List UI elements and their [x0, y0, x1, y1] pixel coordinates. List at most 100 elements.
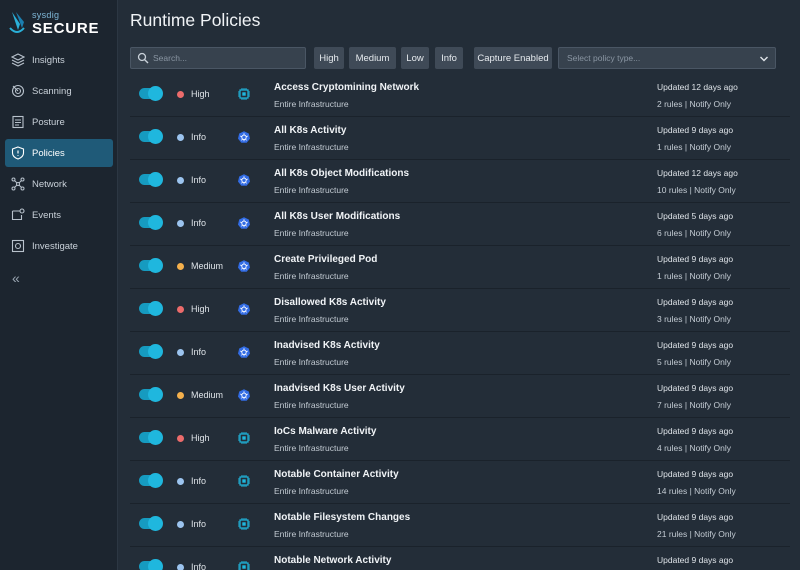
policy-enabled-toggle[interactable]: [139, 559, 163, 570]
policy-enabled-toggle[interactable]: [139, 172, 163, 187]
policy-rules: 7 rules | Notify Only: [657, 400, 732, 410]
filter-info-button[interactable]: Info: [435, 47, 463, 69]
kubernetes-icon: [237, 130, 251, 144]
table-row[interactable]: High Access Cryptomining Network Entire …: [130, 74, 790, 117]
table-row[interactable]: Info All K8s User Modifications Entire I…: [130, 203, 790, 246]
filter-high-button[interactable]: High: [314, 47, 344, 69]
policy-name[interactable]: IoCs Malware Activity: [274, 426, 376, 437]
policy-enabled-toggle[interactable]: [139, 344, 163, 359]
toggle-knob: [148, 172, 163, 187]
table-row[interactable]: Info All K8s Object Modifications Entire…: [130, 160, 790, 203]
policy-name[interactable]: Inadvised K8s User Activity: [274, 383, 405, 394]
sidebar-item-label: Posture: [32, 116, 65, 128]
sidebar: sysdig SECURE Insights Scanning Posture …: [0, 0, 118, 570]
toggle-knob: [148, 258, 163, 273]
table-row[interactable]: Medium Create Privileged Pod Entire Infr…: [130, 246, 790, 289]
severity-label: Info: [191, 347, 207, 357]
policy-enabled-toggle[interactable]: [139, 258, 163, 273]
table-row[interactable]: Info Notable Container Activity Entire I…: [130, 461, 790, 504]
policy-enabled-toggle[interactable]: [139, 516, 163, 531]
policy-scope: Entire Infrastructure: [274, 357, 349, 367]
policy-updated: Updated 9 days ago: [657, 297, 734, 307]
policy-name[interactable]: All K8s User Modifications: [274, 211, 400, 222]
severity-dot: [177, 91, 184, 98]
policy-name[interactable]: Notable Network Activity: [274, 555, 391, 566]
policy-name[interactable]: Inadvised K8s Activity: [274, 340, 380, 351]
severity-dot: [177, 263, 184, 270]
table-row[interactable]: Info Notable Network Activity Entire Inf…: [130, 547, 790, 570]
policy-enabled-toggle[interactable]: [139, 473, 163, 488]
chip-icon: [237, 474, 251, 488]
policy-name[interactable]: All K8s Object Modifications: [274, 168, 409, 179]
table-row[interactable]: High Disallowed K8s Activity Entire Infr…: [130, 289, 790, 332]
policy-name[interactable]: All K8s Activity: [274, 125, 346, 136]
table-row[interactable]: Medium Inadvised K8s User Activity Entir…: [130, 375, 790, 418]
table-row[interactable]: Info All K8s Activity Entire Infrastruct…: [130, 117, 790, 160]
policy-name[interactable]: Disallowed K8s Activity: [274, 297, 386, 308]
sidebar-item-label: Scanning: [32, 85, 72, 97]
policy-enabled-toggle[interactable]: [139, 301, 163, 316]
policy-scope: Entire Infrastructure: [274, 271, 349, 281]
sidebar-item-scanning[interactable]: Scanning: [5, 77, 113, 105]
filter-medium-button[interactable]: Medium: [349, 47, 396, 69]
policy-enabled-toggle[interactable]: [139, 129, 163, 144]
table-row[interactable]: Info Notable Filesystem Changes Entire I…: [130, 504, 790, 547]
kubernetes-icon: [237, 388, 251, 402]
toggle-knob: [148, 516, 163, 531]
sidebar-item-investigate[interactable]: Investigate: [5, 232, 113, 260]
table-row[interactable]: Info Inadvised K8s Activity Entire Infra…: [130, 332, 790, 375]
severity-label: Info: [191, 519, 207, 529]
policy-updated: Updated 9 days ago: [657, 555, 734, 565]
search-box: [130, 47, 306, 69]
policy-updated: Updated 9 days ago: [657, 340, 734, 350]
policy-rules: 3 rules | Notify Only: [657, 314, 732, 324]
policy-scope: Entire Infrastructure: [274, 228, 349, 238]
severity-dot: [177, 306, 184, 313]
policy-name[interactable]: Notable Container Activity: [274, 469, 399, 480]
policy-rules: 4 rules | Notify Only: [657, 443, 732, 453]
sidebar-item-events[interactable]: Events: [5, 201, 113, 229]
policy-type-placeholder: Select policy type...: [567, 53, 641, 63]
filter-capture-enabled-button[interactable]: Capture Enabled: [474, 47, 552, 69]
policy-updated: Updated 9 days ago: [657, 125, 734, 135]
collapse-sidebar-icon[interactable]: «: [12, 270, 20, 286]
severity-label: Info: [191, 218, 207, 228]
sidebar-item-label: Investigate: [32, 240, 78, 252]
sidebar-item-network[interactable]: Network: [5, 170, 113, 198]
toggle-knob: [148, 301, 163, 316]
policy-enabled-toggle[interactable]: [139, 215, 163, 230]
policy-updated: Updated 12 days ago: [657, 82, 738, 92]
policy-enabled-toggle[interactable]: [139, 86, 163, 101]
policy-scope: Entire Infrastructure: [274, 314, 349, 324]
sidebar-item-policies[interactable]: Policies: [5, 139, 113, 167]
sysdig-logo[interactable]: sysdig SECURE: [8, 8, 108, 37]
severity-label: High: [191, 433, 210, 443]
policy-name[interactable]: Create Privileged Pod: [274, 254, 377, 265]
policy-enabled-toggle[interactable]: [139, 430, 163, 445]
policy-scope: Entire Infrastructure: [274, 400, 349, 410]
severity-dot: [177, 177, 184, 184]
policy-name[interactable]: Notable Filesystem Changes: [274, 512, 410, 523]
policy-rules: 1 rules | Notify Only: [657, 271, 732, 281]
kubernetes-icon: [237, 173, 251, 187]
policy-updated: Updated 5 days ago: [657, 211, 734, 221]
policy-name[interactable]: Access Cryptomining Network: [274, 82, 419, 93]
policy-scope: Entire Infrastructure: [274, 99, 349, 109]
policy-rules: 14 rules | Notify Only: [657, 486, 736, 496]
brand-big: SECURE: [32, 20, 100, 37]
sidebar-item-insights[interactable]: Insights: [5, 46, 113, 74]
filter-low-button[interactable]: Low: [401, 47, 429, 69]
chip-icon: [237, 517, 251, 531]
chip-icon: [237, 87, 251, 101]
policy-type-select[interactable]: Select policy type...: [558, 47, 776, 69]
sidebar-item-posture[interactable]: Posture: [5, 108, 113, 136]
search-icon: [137, 52, 149, 64]
search-input[interactable]: [153, 50, 301, 66]
sidebar-item-label: Network: [32, 178, 67, 190]
severity-label: High: [191, 304, 210, 314]
events-icon: [11, 208, 25, 221]
severity-dot: [177, 435, 184, 442]
policy-enabled-toggle[interactable]: [139, 387, 163, 402]
toggle-knob: [148, 559, 163, 570]
table-row[interactable]: High IoCs Malware Activity Entire Infras…: [130, 418, 790, 461]
